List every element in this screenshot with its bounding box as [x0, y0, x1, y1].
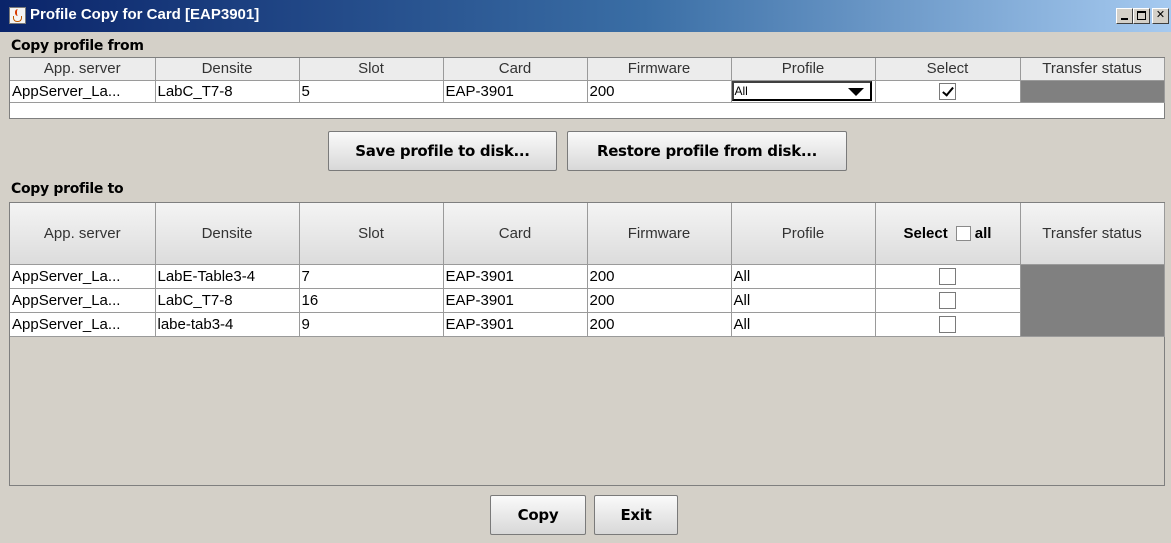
- copy-to-table: App. server Densite Slot Card Firmware P…: [9, 202, 1165, 486]
- col-select[interactable]: Select: [875, 58, 1021, 81]
- cell-transfer-status: [1020, 264, 1165, 288]
- title-bar[interactable]: Profile Copy for Card [EAP3901] ✕: [0, 0, 1171, 32]
- cell-profile[interactable]: All: [731, 264, 876, 289]
- minimize-button[interactable]: [1116, 8, 1133, 24]
- cell-profile[interactable]: All: [731, 288, 876, 313]
- window-title: Profile Copy for Card [EAP3901]: [30, 6, 260, 23]
- row-select-checkbox[interactable]: [939, 267, 956, 285]
- cell-densite[interactable]: LabC_T7-8: [155, 288, 300, 313]
- col-firmware[interactable]: Firmware: [587, 203, 732, 265]
- cell-card[interactable]: EAP-3901: [443, 288, 588, 313]
- cell-firmware[interactable]: 200: [587, 80, 732, 103]
- cell-app-server[interactable]: AppServer_La...: [10, 264, 156, 289]
- cell-slot[interactable]: 5: [299, 80, 444, 103]
- col-slot[interactable]: Slot: [299, 58, 444, 81]
- row-select-checkbox[interactable]: [939, 291, 956, 309]
- copy-to-label: Copy profile to: [11, 181, 124, 197]
- table-row[interactable]: AppServer_La... LabC_T7-8 16 EAP-3901 20…: [10, 288, 1165, 313]
- cell-firmware[interactable]: 200: [587, 312, 732, 337]
- col-card[interactable]: Card: [443, 203, 588, 265]
- col-app-server[interactable]: App. server: [10, 58, 156, 81]
- col-card[interactable]: Card: [443, 58, 588, 81]
- maximize-button[interactable]: [1133, 8, 1150, 24]
- cell-select: [875, 80, 1021, 103]
- col-select-all: Select all: [875, 203, 1021, 265]
- cell-transfer-status: [1020, 80, 1165, 103]
- cell-densite[interactable]: labe-tab3-4: [155, 312, 300, 337]
- select-header-label: Select: [903, 224, 948, 242]
- dropdown-arrow-icon: [847, 88, 864, 96]
- restore-profile-button[interactable]: Restore profile from disk...: [567, 131, 847, 171]
- col-transfer-status[interactable]: Transfer status: [1020, 203, 1165, 265]
- col-transfer-status[interactable]: Transfer status: [1020, 58, 1165, 81]
- copy-button[interactable]: Copy: [490, 495, 586, 535]
- cell-firmware[interactable]: 200: [587, 264, 732, 289]
- table-empty-area: [10, 337, 1164, 485]
- close-icon: ✕: [1155, 9, 1166, 21]
- profile-dropdown[interactable]: All: [731, 81, 872, 101]
- table-row[interactable]: AppServer_La... labe-tab3-4 9 EAP-3901 2…: [10, 312, 1165, 337]
- cell-profile: All: [731, 80, 876, 103]
- close-button[interactable]: ✕: [1152, 8, 1169, 24]
- select-all-label: all: [974, 224, 992, 242]
- cell-densite[interactable]: LabC_T7-8: [155, 80, 300, 103]
- cell-profile[interactable]: All: [731, 312, 876, 337]
- cell-transfer-status: [1020, 312, 1165, 337]
- row-select-checkbox[interactable]: [939, 315, 956, 333]
- col-firmware[interactable]: Firmware: [587, 58, 732, 81]
- select-all-checkbox[interactable]: [955, 226, 971, 242]
- col-slot[interactable]: Slot: [299, 203, 444, 265]
- source-row[interactable]: AppServer_La... LabC_T7-8 5 EAP-3901 200…: [10, 80, 1165, 103]
- cell-firmware[interactable]: 200: [587, 288, 732, 313]
- save-profile-button[interactable]: Save profile to disk...: [328, 131, 557, 171]
- col-densite[interactable]: Densite: [155, 203, 300, 265]
- col-profile[interactable]: Profile: [731, 58, 876, 81]
- cell-app-server[interactable]: AppServer_La...: [10, 288, 156, 313]
- cell-app-server[interactable]: AppServer_La...: [10, 312, 156, 337]
- profile-copy-window: Profile Copy for Card [EAP3901] ✕ Copy p…: [0, 0, 1171, 543]
- cell-select: [875, 288, 1021, 313]
- maximize-icon: [1137, 11, 1146, 20]
- minimize-icon: [1121, 18, 1128, 20]
- cell-card[interactable]: EAP-3901: [443, 264, 588, 289]
- java-app-icon: [9, 7, 26, 24]
- copy-from-table: App. server Densite Slot Card Firmware P…: [9, 57, 1165, 119]
- copy-from-label: Copy profile from: [11, 38, 144, 54]
- source-select-checkbox[interactable]: [939, 82, 956, 100]
- cell-card[interactable]: EAP-3901: [443, 80, 588, 103]
- cell-densite[interactable]: LabE-Table3-4: [155, 264, 300, 289]
- cell-select: [875, 264, 1021, 289]
- table-row[interactable]: AppServer_La... LabE-Table3-4 7 EAP-3901…: [10, 264, 1165, 289]
- exit-button[interactable]: Exit: [594, 495, 678, 535]
- col-app-server[interactable]: App. server: [10, 203, 156, 265]
- cell-slot[interactable]: 7: [299, 264, 444, 289]
- cell-select: [875, 312, 1021, 337]
- col-profile[interactable]: Profile: [731, 203, 876, 265]
- cell-app-server[interactable]: AppServer_La...: [10, 80, 156, 103]
- profile-dropdown-value: All: [734, 84, 748, 98]
- cell-slot[interactable]: 16: [299, 288, 444, 313]
- cell-transfer-status: [1020, 288, 1165, 312]
- cell-slot[interactable]: 9: [299, 312, 444, 337]
- cell-card[interactable]: EAP-3901: [443, 312, 588, 337]
- col-densite[interactable]: Densite: [155, 58, 300, 81]
